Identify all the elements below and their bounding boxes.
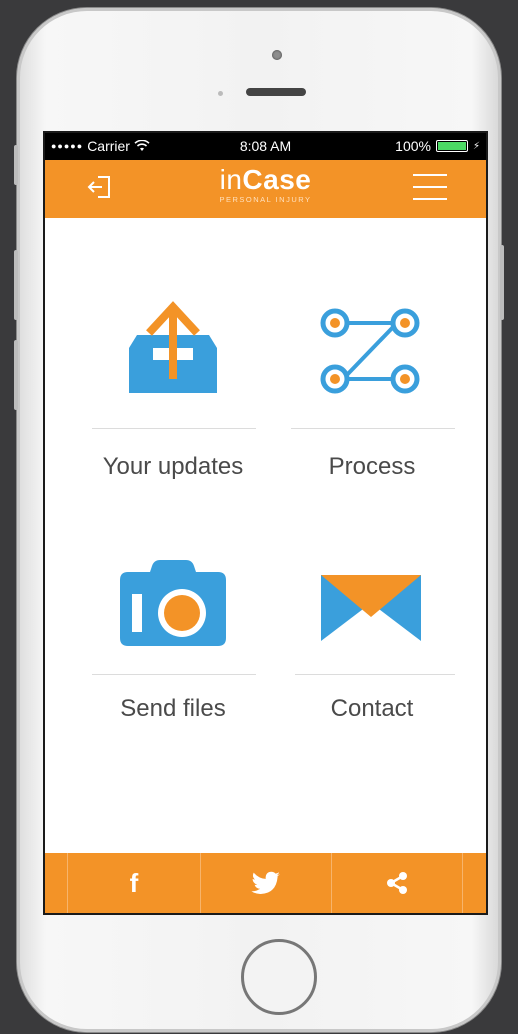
upload-tray-icon: [129, 301, 217, 393]
tile-label-contact: Contact: [330, 695, 414, 722]
facebook-button[interactable]: f: [68, 853, 200, 913]
tile-label-process: Process: [328, 453, 416, 480]
status-bar: ●●●●● Carrier 8:08 AM 100% ⚡: [45, 133, 486, 160]
tile-your-updates[interactable]: Your updates: [78, 293, 268, 493]
tile-contact[interactable]: Contact: [277, 553, 467, 733]
envelope-icon: [321, 575, 421, 641]
twitter-button[interactable]: [201, 853, 331, 913]
tile-label-your-updates: Your updates: [102, 453, 244, 480]
tile-divider: [92, 674, 256, 675]
twitter-icon: [251, 871, 280, 895]
tile-label-send-files: Send files: [120, 695, 226, 722]
power-button[interactable]: [500, 245, 504, 320]
process-nodes-icon: [320, 308, 420, 394]
bar-separator: [462, 853, 463, 913]
front-camera: [272, 50, 282, 60]
tile-divider: [295, 674, 455, 675]
tile-send-files[interactable]: Send files: [78, 553, 268, 733]
volume-up-button[interactable]: [14, 250, 18, 320]
facebook-icon: f: [129, 867, 139, 898]
app-screen: ●●●●● Carrier 8:08 AM 100% ⚡ inCase PERS…: [45, 133, 486, 913]
hamburger-menu-icon[interactable]: [413, 174, 447, 202]
volume-down-button[interactable]: [14, 340, 18, 410]
tile-divider: [92, 428, 256, 429]
tile-process[interactable]: Process: [277, 293, 467, 493]
share-button[interactable]: [332, 853, 462, 913]
charging-icon: ⚡: [472, 140, 480, 152]
battery-status: 100% ⚡: [395, 138, 480, 154]
brand-part-case: Case: [242, 164, 312, 195]
proximity-sensor: [218, 91, 223, 96]
brand-part-in: in: [219, 164, 243, 195]
tile-divider: [291, 428, 455, 429]
earpiece-speaker: [246, 88, 306, 96]
camera-icon: [120, 560, 226, 646]
battery-icon: [435, 140, 468, 152]
battery-percent: 100%: [395, 138, 431, 154]
share-icon: [387, 872, 407, 894]
home-button[interactable]: [241, 939, 317, 1015]
nav-bar: inCase PERSONAL INJURY: [45, 160, 486, 218]
social-bar: f: [45, 853, 486, 913]
mute-switch[interactable]: [14, 145, 18, 185]
